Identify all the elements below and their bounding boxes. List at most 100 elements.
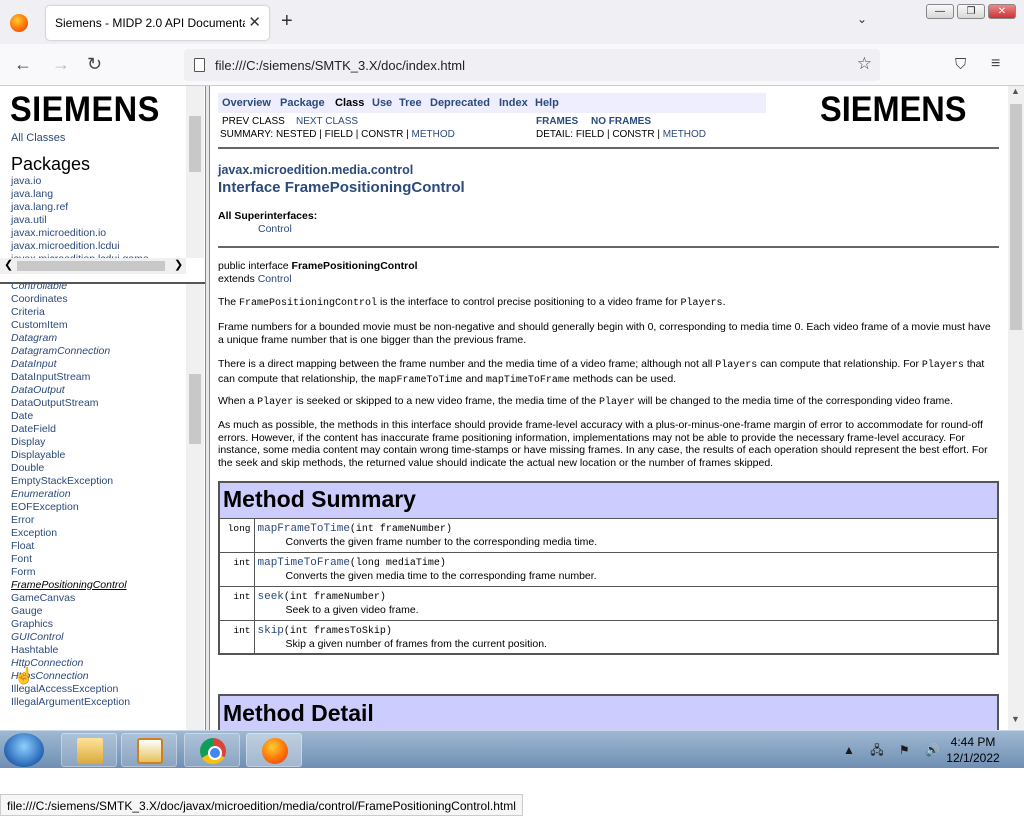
class-link[interactable]: Hashtable	[11, 644, 130, 657]
back-icon[interactable]: ←	[14, 54, 32, 75]
class-link[interactable]: Coordinates	[11, 293, 130, 306]
class-link[interactable]: IllegalArgumentException	[11, 696, 130, 709]
restore-button[interactable]: ❐	[957, 4, 985, 19]
detail-method-link[interactable]: METHOD	[663, 129, 706, 140]
taskbar: ▲ 🖧 ⚑ 🔊 4:44 PM 12/1/2022	[0, 730, 1024, 768]
nav-tree[interactable]: Tree	[399, 97, 422, 109]
class-link[interactable]: Date	[11, 410, 130, 423]
class-link[interactable]: FramePositioningControl	[11, 579, 130, 592]
method-link[interactable]: skip	[258, 625, 284, 637]
classes-vertical-scrollbar[interactable]	[186, 284, 204, 730]
method-link[interactable]: seek	[258, 591, 284, 603]
bookmark-star-icon[interactable]: ☆	[857, 54, 872, 74]
forward-icon[interactable]: →	[52, 54, 70, 75]
no-frames-link[interactable]: NO FRAMES	[591, 116, 651, 127]
class-link[interactable]: DataOutput	[11, 384, 130, 397]
class-link[interactable]: DatagramConnection	[11, 345, 130, 358]
prev-class-link[interactable]: PREV CLASS	[222, 116, 285, 127]
tab-close-icon[interactable]: ✕	[248, 13, 261, 31]
class-link[interactable]: DateField	[11, 423, 130, 436]
siemens-logo: SIEMENS	[820, 90, 967, 129]
package-link[interactable]: java.lang.ref	[11, 201, 149, 214]
class-link[interactable]: Criteria	[11, 306, 130, 319]
menu-icon[interactable]: ≡	[991, 55, 1000, 73]
scrollbar-thumb[interactable]	[1010, 104, 1022, 330]
class-link[interactable]: EOFException	[11, 501, 130, 514]
superinterface-link[interactable]: Control	[258, 223, 292, 236]
all-classes-link[interactable]: All Classes	[11, 132, 65, 144]
package-link[interactable]: javax.microedition.io	[11, 227, 149, 240]
scrollbar-thumb[interactable]	[189, 116, 201, 172]
system-tray-icons[interactable]: ▲ 🖧 ⚑ 🔊	[843, 741, 946, 762]
doc-vertical-scrollbar[interactable]: ▲ ▼	[1008, 86, 1024, 730]
next-class-link[interactable]: NEXT CLASS	[296, 116, 358, 127]
reload-icon[interactable]: ↻	[87, 54, 102, 75]
scrollbar-thumb[interactable]	[17, 261, 165, 271]
class-link[interactable]: DataOutputStream	[11, 397, 130, 410]
nav-help[interactable]: Help	[535, 97, 559, 109]
class-link[interactable]: Enumeration	[11, 488, 130, 501]
nav-use[interactable]: Use	[372, 97, 392, 109]
class-link[interactable]: Datagram	[11, 332, 130, 345]
class-link[interactable]: Form	[11, 566, 130, 579]
class-link[interactable]: Exception	[11, 527, 130, 540]
class-link[interactable]: EmptyStackException	[11, 475, 130, 488]
class-link[interactable]: Display	[11, 436, 130, 449]
class-link[interactable]: Error	[11, 514, 130, 527]
class-link[interactable]: Controllable	[11, 284, 130, 293]
class-link[interactable]: DataInputStream	[11, 371, 130, 384]
p4-code: Player	[598, 397, 635, 408]
list-all-tabs-button[interactable]: ⌄	[857, 12, 867, 26]
package-link[interactable]: java.lang	[11, 188, 149, 201]
package-link[interactable]: java.io	[11, 175, 149, 188]
class-link[interactable]: Font	[11, 553, 130, 566]
package-link[interactable]: java.util	[11, 214, 149, 227]
pocket-icon[interactable]: ⛉	[955, 56, 966, 73]
scrollbar-thumb[interactable]	[189, 374, 201, 444]
class-link[interactable]: Graphics	[11, 618, 130, 631]
class-link[interactable]: CustomItem	[11, 319, 130, 332]
method-link[interactable]: mapFrameToTime	[258, 523, 350, 535]
packages-horizontal-scrollbar[interactable]: ❮ ❯	[0, 258, 186, 274]
scroll-down-icon[interactable]: ▼	[1011, 714, 1020, 724]
frames-link[interactable]: FRAMES	[536, 116, 578, 127]
class-link[interactable]: Displayable	[11, 449, 130, 462]
url-bar[interactable]: file:///C:/siemens/SMTK_3.X/doc/index.ht…	[184, 49, 880, 81]
firefox-taskbar-button[interactable]	[246, 733, 302, 767]
classes-frame: Controllable Coordinates Criteria CustomIte…	[0, 284, 205, 730]
clock[interactable]: 4:44 PM 12/1/2022	[936, 734, 1010, 766]
method-link[interactable]: mapTimeToFrame	[258, 557, 350, 569]
nav-deprecated[interactable]: Deprecated	[430, 97, 490, 109]
minimize-button[interactable]: —	[926, 4, 954, 19]
class-link[interactable]: GameCanvas	[11, 592, 130, 605]
chrome-icon	[200, 738, 226, 764]
file-icon	[194, 58, 205, 72]
package-link[interactable]: javax.microedition.lcdui	[11, 240, 149, 253]
scroll-right-icon[interactable]: ❯	[174, 258, 183, 271]
package-list: java.io java.lang java.lang.ref java.util ja…	[11, 175, 149, 266]
url-text[interactable]: file:///C:/siemens/SMTK_3.X/doc/index.ht…	[215, 58, 465, 73]
browser-tab-active[interactable]: Siemens - MIDP 2.0 API Documentat ✕	[46, 6, 269, 40]
close-window-button[interactable]: ✕	[988, 4, 1016, 19]
p3-code: Players	[921, 360, 964, 371]
class-link[interactable]: GUIControl	[11, 631, 130, 644]
nav-index[interactable]: Index	[499, 97, 528, 109]
firefox-icon[interactable]	[10, 14, 28, 32]
class-link[interactable]: Double	[11, 462, 130, 475]
new-tab-button[interactable]: +	[281, 10, 293, 33]
extends-link[interactable]: Control	[258, 273, 292, 285]
p1-code: FramePositioningControl	[239, 298, 378, 309]
explorer-taskbar-button[interactable]	[61, 733, 117, 767]
start-button[interactable]	[4, 733, 44, 767]
class-link[interactable]: DataInput	[11, 358, 130, 371]
nav-package[interactable]: Package	[280, 97, 325, 109]
summary-method-link[interactable]: METHOD	[412, 129, 455, 140]
packages-vertical-scrollbar[interactable]	[186, 86, 204, 258]
nav-overview[interactable]: Overview	[222, 97, 271, 109]
class-link[interactable]: Gauge	[11, 605, 130, 618]
media-player-taskbar-button[interactable]	[121, 733, 177, 767]
class-link[interactable]: Float	[11, 540, 130, 553]
scroll-left-icon[interactable]: ❮	[4, 258, 13, 271]
scroll-up-icon[interactable]: ▲	[1011, 86, 1020, 96]
chrome-taskbar-button[interactable]	[184, 733, 240, 767]
